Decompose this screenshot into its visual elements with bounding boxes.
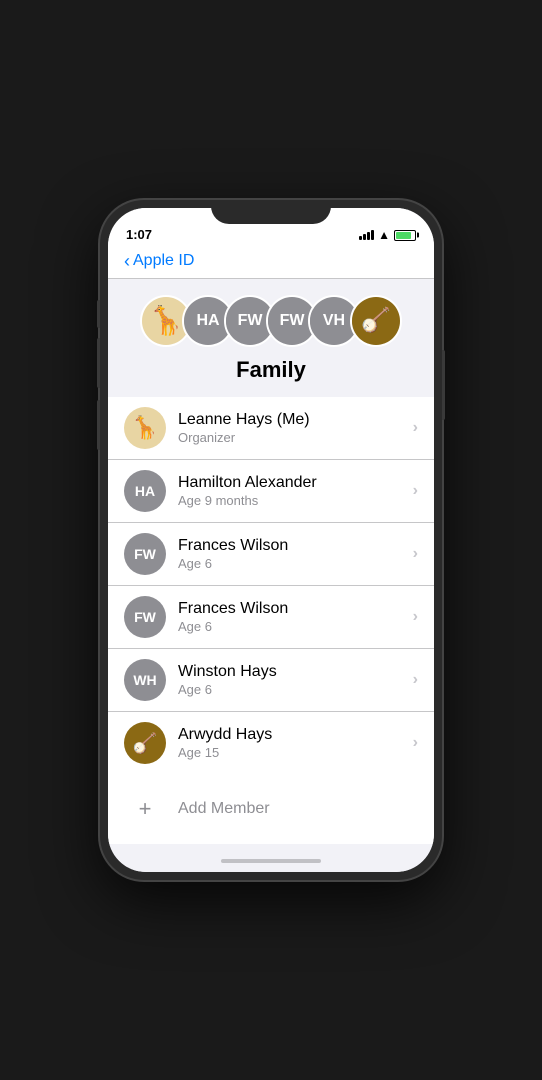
member-detail-leanne: Organizer <box>178 430 413 445</box>
chevron-left-icon: ‹ <box>124 252 130 270</box>
member-detail-winston: Age 6 <box>178 682 413 697</box>
chevron-right-icon: › <box>413 482 418 500</box>
member-avatar-frances1: FW <box>124 533 166 575</box>
volume-down-button <box>97 400 100 450</box>
member-row-hamilton[interactable]: HA Hamilton Alexander Age 9 months › <box>108 460 434 523</box>
back-button[interactable]: ‹ Apple ID <box>124 252 418 270</box>
chevron-right-icon: › <box>413 671 418 689</box>
members-list: 🦒 Leanne Hays (Me) Organizer › HA Hamilt… <box>108 397 434 774</box>
home-bar <box>221 859 321 863</box>
chevron-right-icon: › <box>413 545 418 563</box>
member-detail-frances2: Age 6 <box>178 619 413 634</box>
battery-fill <box>396 232 411 239</box>
status-icons: ▲ <box>359 228 416 242</box>
member-avatar-frances2: FW <box>124 596 166 638</box>
member-row-frances2[interactable]: FW Frances Wilson Age 6 › <box>108 586 434 649</box>
signal-icon <box>359 230 374 240</box>
member-detail-frances1: Age 6 <box>178 556 413 571</box>
member-name-arwydd: Arwydd Hays <box>178 726 413 744</box>
member-detail-arwydd: Age 15 <box>178 745 413 760</box>
member-row-frances1[interactable]: FW Frances Wilson Age 6 › <box>108 523 434 586</box>
add-member-button[interactable]: + Add Member <box>108 774 434 844</box>
status-time: 1:07 <box>126 227 152 242</box>
chevron-right-icon: › <box>413 608 418 626</box>
member-name-frances2: Frances Wilson <box>178 600 413 618</box>
home-indicator <box>108 850 434 872</box>
member-avatar-hamilton: HA <box>124 470 166 512</box>
member-name-leanne: Leanne Hays (Me) <box>178 411 413 429</box>
back-label: Apple ID <box>133 252 194 270</box>
member-avatar-arwydd: 🪕 <box>124 722 166 764</box>
main-content: 🦒 HA FW FW VH 🪕 <box>108 279 434 850</box>
member-info-arwydd: Arwydd Hays Age 15 <box>178 726 413 760</box>
battery-icon <box>394 230 416 241</box>
phone-frame: 1:07 ▲ ‹ Apple ID <box>100 200 442 880</box>
member-info-winston: Winston Hays Age 6 <box>178 663 413 697</box>
member-name-frances1: Frances Wilson <box>178 537 413 555</box>
wifi-icon: ▲ <box>378 228 390 242</box>
member-avatar-winston: WH <box>124 659 166 701</box>
chevron-right-icon: › <box>413 419 418 437</box>
nav-bar: ‹ Apple ID <box>108 246 434 279</box>
mute-button <box>97 300 100 328</box>
member-detail-hamilton: Age 9 months <box>178 493 413 508</box>
chevron-right-icon: › <box>413 734 418 752</box>
member-info-frances2: Frances Wilson Age 6 <box>178 600 413 634</box>
volume-up-button <box>97 338 100 388</box>
family-title: Family <box>236 357 306 383</box>
member-row-winston[interactable]: WH Winston Hays Age 6 › <box>108 649 434 712</box>
power-button <box>442 350 445 420</box>
member-avatar-leanne: 🦒 <box>124 407 166 449</box>
add-member-label: Add Member <box>178 800 270 818</box>
screen: 1:07 ▲ ‹ Apple ID <box>108 208 434 872</box>
family-header: 🦒 HA FW FW VH 🪕 <box>108 279 434 397</box>
member-info-hamilton: Hamilton Alexander Age 9 months <box>178 474 413 508</box>
arwydd-avatar-img: 🪕 <box>352 297 400 345</box>
notch <box>211 200 331 224</box>
member-name-winston: Winston Hays <box>178 663 413 681</box>
member-info-frances1: Frances Wilson Age 6 <box>178 537 413 571</box>
member-info-leanne: Leanne Hays (Me) Organizer <box>178 411 413 445</box>
member-row-arwydd[interactable]: 🪕 Arwydd Hays Age 15 › <box>108 712 434 774</box>
family-avatars: 🦒 HA FW FW VH 🪕 <box>140 295 402 347</box>
member-row-leanne[interactable]: 🦒 Leanne Hays (Me) Organizer › <box>108 397 434 460</box>
avatar-arwydd: 🪕 <box>350 295 402 347</box>
member-name-hamilton: Hamilton Alexander <box>178 474 413 492</box>
add-plus-icon: + <box>124 788 166 830</box>
